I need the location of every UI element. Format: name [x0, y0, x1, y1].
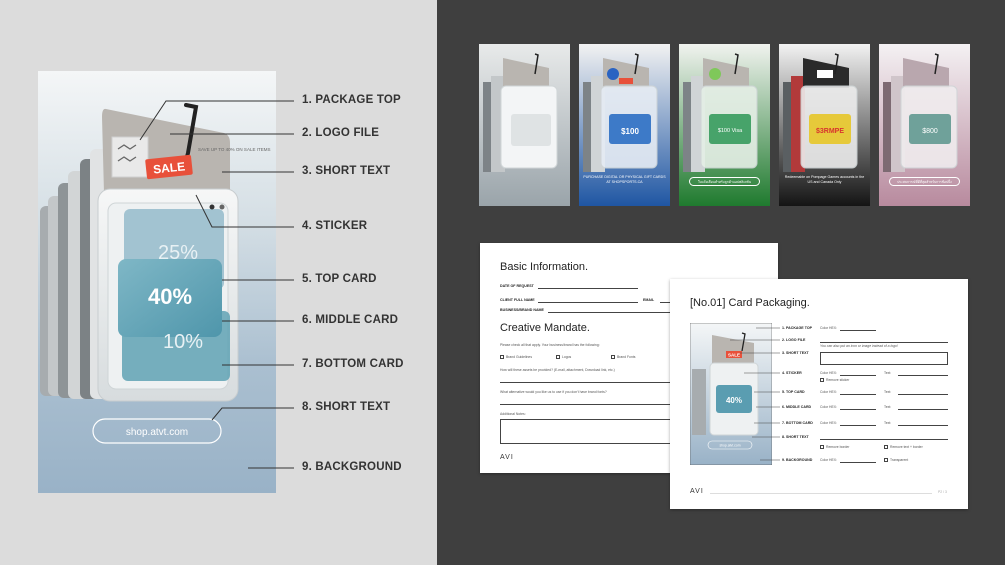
callout-short-text-2: 8. SHORT TEXT	[302, 401, 391, 413]
top-card-hex-label: Color HEX:	[820, 390, 837, 394]
callout-top-card: 5. TOP CARD	[302, 273, 377, 285]
form2-logo: AVI	[690, 488, 704, 495]
thumbnail-4: $3RMPE Redeemable on Pompage Games accou…	[779, 44, 870, 206]
logo-file-field[interactable]	[820, 342, 948, 343]
form1-logo: AVI	[500, 454, 514, 461]
form2-item-sticker: 4. STICKER	[782, 371, 802, 375]
callout-sticker: 4. STICKER	[302, 220, 368, 232]
brand-guidelines-checkbox[interactable]	[500, 355, 504, 359]
background-hex-field[interactable]	[840, 462, 876, 463]
logo-note: You can also put an icon or image instea…	[820, 344, 898, 348]
thumbnail-5-card-text: $800	[922, 128, 938, 135]
sticker-hex-label: Color HEX:	[820, 371, 837, 375]
package-top-hex-label: Color HEX:	[820, 326, 837, 330]
alt-fonts-prompt: What alternative would you like us to us…	[500, 390, 607, 394]
callout-bottom-card: 7. BOTTOM CARD	[302, 358, 404, 370]
bottom-card-hex-field[interactable]	[840, 425, 876, 426]
thumbnail-1	[479, 44, 570, 206]
thumbnail-5-pill: ประสบการณ์ที่ดีที่สุดสำหรับการช้อปปิ้ง	[889, 177, 960, 186]
thumbnail-2-card-text: $100	[621, 127, 639, 136]
callout-middle-card: 6. MIDDLE CARD	[302, 314, 399, 326]
notes-label: Additional Notes:	[500, 412, 526, 416]
thumbnail-5: $800 ประสบการณ์ที่ดีที่สุดสำหรับการช้อปป…	[879, 44, 970, 206]
date-field[interactable]	[538, 288, 638, 289]
date-label: DATE OF REQUEST	[500, 284, 534, 288]
thumbnail-1-art	[479, 44, 570, 206]
remove-text-border-checkbox[interactable]	[884, 445, 888, 449]
middle-card-hex-label: Color HEX:	[820, 405, 837, 409]
thumbnail-3-pill: ใบแจ้งเตือนสำหรับลูกค้าแอปพลิเคชัน	[689, 177, 760, 186]
bottom-card-text-field[interactable]	[898, 425, 948, 426]
form-page-card-packaging: [No.01] Card Packaging. SALE 40% shop.at…	[670, 279, 968, 509]
form2-item-short-text-2: 8. SHORT TEXT	[782, 435, 809, 439]
form2-item-short-text: 3. SHORT TEXT	[782, 351, 809, 355]
remove-border-label: Remove border	[826, 445, 850, 449]
form2-item-logo-file: 2. LOGO FILE	[782, 338, 806, 342]
form2-item-package-top: 1. PACKAGE TOP	[782, 326, 813, 330]
sticker-text-field[interactable]	[898, 375, 948, 376]
sticker-text-label: Text:	[884, 371, 892, 375]
middle-card-hex-field[interactable]	[840, 409, 876, 410]
form2-item-middle-card: 6. MIDDLE CARD	[782, 405, 812, 409]
thumbnail-2-bottom-text: PURCHASE DIGITAL OR PHYSICAL GIFT CARDS …	[583, 175, 666, 184]
email-label: EMAIL	[643, 298, 655, 302]
short-text-field[interactable]	[820, 352, 948, 365]
thumbnail-3: $100 Visa ใบแจ้งเตือนสำหรับลูกค้าแอปพลิเ…	[679, 44, 770, 206]
right-panel: $100 PURCHASE DIGITAL OR PHYSICAL GIFT C…	[437, 0, 1005, 565]
thumbnail-4-bottom-text: Redeemable on Pompage Games accounts in …	[784, 175, 865, 184]
logos-label: Logos	[562, 355, 572, 359]
top-card-hex-field[interactable]	[840, 394, 876, 395]
package-top-hex-field[interactable]	[840, 330, 876, 331]
sticker-hex-field[interactable]	[840, 375, 876, 376]
form2-item-background: 9. BACKGROUND	[782, 458, 813, 462]
callout-short-text: 3. SHORT TEXT	[302, 165, 391, 177]
form1-title: Basic Information.	[500, 261, 589, 273]
top-card-text-label: Text:	[884, 390, 892, 394]
bottom-card-text-label: Text:	[884, 421, 892, 425]
client-name-label: CLIENT FULL NAME	[500, 298, 535, 302]
brand-fonts-checkbox[interactable]	[611, 355, 615, 359]
callout-package-top: 1. PACKAGE TOP	[302, 94, 401, 106]
assets-prompt: How will these assets be provided? (E-ma…	[500, 368, 615, 372]
form2-item-bottom-card: 7. BOTTOM CARD	[782, 421, 813, 425]
logos-checkbox[interactable]	[556, 355, 560, 359]
mandate-title: Creative Mandate.	[500, 322, 590, 334]
check-prompt: Please check all that apply. Your busine…	[500, 343, 600, 347]
remove-text-border-label: Remove text + border	[890, 445, 923, 449]
business-label: BUSINESS/BRAND NAME	[500, 308, 544, 312]
form2-item-top-card: 5. TOP CARD	[782, 390, 805, 394]
page-number: P2 / 3	[938, 490, 947, 494]
brand-fonts-label: Brand Fonts	[617, 355, 636, 359]
client-name-field[interactable]	[538, 302, 638, 303]
middle-card-text-label: Text:	[884, 405, 892, 409]
thumbnail-4-card-text: $3RMPE	[816, 128, 844, 135]
left-panel: SALE SAVE UP TO 40% ON SALE ITEMS 25% 40…	[0, 0, 437, 565]
thumbnail-2: $100 PURCHASE DIGITAL OR PHYSICAL GIFT C…	[579, 44, 670, 206]
remove-border-checkbox[interactable]	[820, 445, 824, 449]
remove-sticker-checkbox[interactable]	[820, 378, 824, 382]
callout-logo-file: 2. LOGO FILE	[302, 127, 380, 139]
background-hex-label: Color HEX:	[820, 458, 837, 462]
brand-guidelines-label: Brand Guidelines	[506, 355, 533, 359]
short-text-2-field[interactable]	[820, 439, 948, 440]
transparent-label: Transparent	[890, 458, 909, 462]
top-card-text-field[interactable]	[898, 394, 948, 395]
bottom-card-hex-label: Color HEX:	[820, 421, 837, 425]
callout-background: 9. BACKGROUND	[302, 461, 402, 473]
footer-rule	[710, 493, 932, 494]
thumbnail-3-card-text: $100 Visa	[718, 128, 743, 134]
transparent-checkbox[interactable]	[884, 458, 888, 462]
middle-card-text-field[interactable]	[898, 409, 948, 410]
remove-sticker-label: Remove sticker	[826, 378, 850, 382]
